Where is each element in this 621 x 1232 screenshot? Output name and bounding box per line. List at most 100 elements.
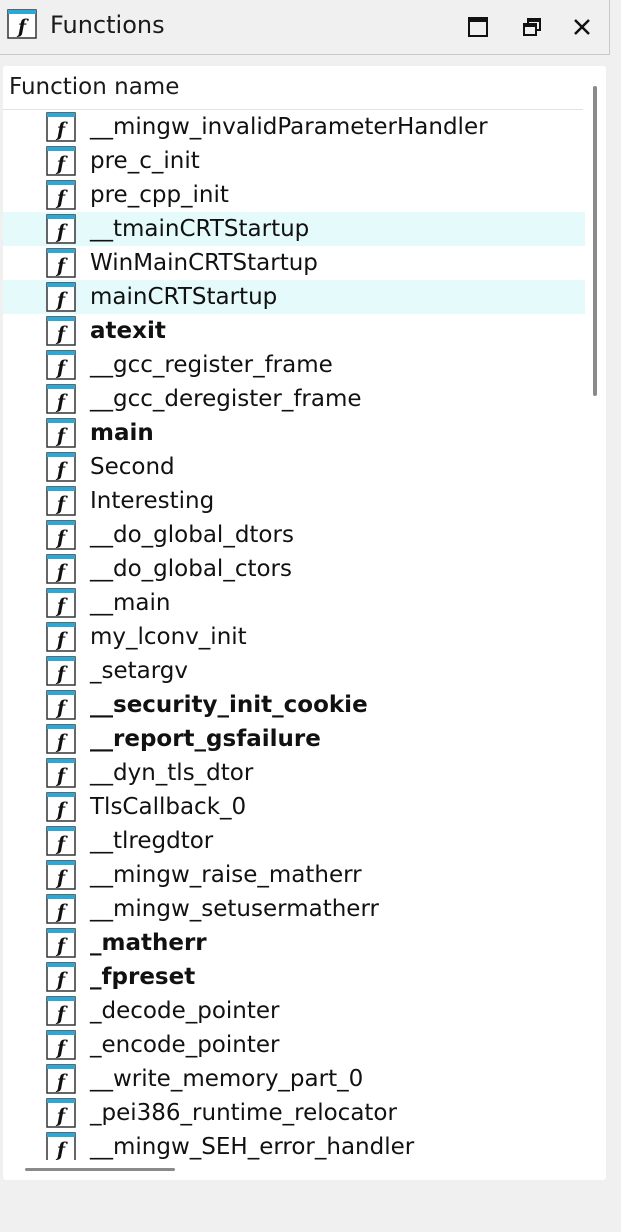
function-icon: f bbox=[46, 690, 76, 720]
column-header-label: Function name bbox=[9, 74, 180, 100]
table-row[interactable]: f __do_global_dtors bbox=[3, 518, 585, 552]
function-name: atexit bbox=[90, 318, 166, 344]
function-name: __tlregdtor bbox=[90, 828, 214, 854]
function-icon: f bbox=[46, 384, 76, 414]
table-row[interactable]: f __mingw_SEH_error_handler bbox=[3, 1130, 585, 1160]
function-icon: f bbox=[46, 554, 76, 584]
function-icon: f bbox=[46, 418, 76, 448]
functions-window: f Functions Function name f __mingw_inva… bbox=[0, 0, 621, 1232]
table-row[interactable]: f __main bbox=[3, 586, 585, 620]
table-row[interactable]: f main bbox=[3, 416, 585, 450]
function-name: WinMainCRTStartup bbox=[90, 250, 318, 276]
maximize-icon[interactable] bbox=[463, 12, 493, 42]
function-name: main bbox=[90, 420, 154, 446]
vertical-scrollbar[interactable] bbox=[593, 86, 597, 396]
function-name: __mingw_SEH_error_handler bbox=[90, 1134, 415, 1160]
function-icon: f bbox=[46, 350, 76, 380]
function-icon: f bbox=[46, 724, 76, 754]
function-icon: f bbox=[46, 1132, 76, 1160]
function-name: __main bbox=[90, 590, 171, 616]
function-icon: f bbox=[46, 928, 76, 958]
function-icon: f bbox=[46, 146, 76, 176]
function-icon: f bbox=[46, 758, 76, 788]
table-row[interactable]: f __tmainCRTStartup bbox=[3, 212, 585, 246]
table-row[interactable]: f _fpreset bbox=[3, 960, 585, 994]
function-icon: f bbox=[46, 1030, 76, 1060]
table-row[interactable]: f __gcc_deregister_frame bbox=[3, 382, 585, 416]
column-header-function-name[interactable]: Function name bbox=[3, 66, 583, 110]
function-icon: f bbox=[46, 656, 76, 686]
function-name: _fpreset bbox=[90, 964, 196, 990]
function-icon: f bbox=[46, 214, 76, 244]
function-icon: f bbox=[46, 316, 76, 346]
function-name: __do_global_dtors bbox=[90, 522, 294, 548]
table-row[interactable]: f mainCRTStartup bbox=[3, 280, 585, 314]
table-row[interactable]: f TlsCallback_0 bbox=[3, 790, 585, 824]
function-name: _matherr bbox=[90, 930, 207, 956]
function-name: mainCRTStartup bbox=[90, 284, 278, 310]
table-row[interactable]: f atexit bbox=[3, 314, 585, 348]
function-icon: f bbox=[46, 894, 76, 924]
function-name: __tmainCRTStartup bbox=[90, 216, 310, 242]
function-icon: f bbox=[46, 180, 76, 210]
function-icon: f bbox=[46, 588, 76, 618]
table-row[interactable]: f __mingw_setusermatherr bbox=[3, 892, 585, 926]
restore-icon[interactable] bbox=[517, 12, 547, 42]
function-list: f __mingw_invalidParameterHandlerf pre_c_i… bbox=[3, 110, 585, 1160]
function-icon: f bbox=[46, 520, 76, 550]
function-icon: f bbox=[46, 486, 76, 516]
function-icon: f bbox=[46, 996, 76, 1026]
function-icon: f bbox=[46, 1098, 76, 1128]
table-row[interactable]: f _setargv bbox=[3, 654, 585, 688]
table-row[interactable]: f __dyn_tls_dtor bbox=[3, 756, 585, 790]
function-name: TlsCallback_0 bbox=[90, 794, 247, 820]
table-row[interactable]: f __security_init_cookie bbox=[3, 688, 585, 722]
table-row[interactable]: f __write_memory_part_0 bbox=[3, 1062, 585, 1096]
table-row[interactable]: f Second bbox=[3, 450, 585, 484]
function-name: _pei386_runtime_relocator bbox=[90, 1100, 397, 1126]
table-row[interactable]: f my_lconv_init bbox=[3, 620, 585, 654]
horizontal-scrollbar[interactable] bbox=[25, 1168, 175, 1171]
table-row[interactable]: f __do_global_ctors bbox=[3, 552, 585, 586]
function-name: __write_memory_part_0 bbox=[90, 1066, 364, 1092]
function-icon: f bbox=[46, 826, 76, 856]
function-icon: f bbox=[7, 9, 37, 39]
function-name: _decode_pointer bbox=[90, 998, 280, 1024]
table-row[interactable]: f __mingw_invalidParameterHandler bbox=[3, 110, 585, 144]
function-icon: f bbox=[46, 792, 76, 822]
table-row[interactable]: f Interesting bbox=[3, 484, 585, 518]
function-icon: f bbox=[46, 452, 76, 482]
table-row[interactable]: f __tlregdtor bbox=[3, 824, 585, 858]
table-row[interactable]: f pre_c_init bbox=[3, 144, 585, 178]
function-name: __gcc_register_frame bbox=[90, 352, 333, 378]
function-name: __gcc_deregister_frame bbox=[90, 386, 362, 412]
function-name: __mingw_invalidParameterHandler bbox=[90, 114, 488, 140]
table-row[interactable]: f __gcc_register_frame bbox=[3, 348, 585, 382]
function-name: __report_gsfailure bbox=[90, 726, 321, 752]
function-icon: f bbox=[46, 860, 76, 890]
table-row[interactable]: f _decode_pointer bbox=[3, 994, 585, 1028]
function-name: pre_cpp_init bbox=[90, 182, 229, 208]
function-name: __mingw_raise_matherr bbox=[90, 862, 362, 888]
title-bar[interactable]: f Functions bbox=[0, 0, 610, 55]
close-icon[interactable] bbox=[567, 12, 597, 42]
function-name: Interesting bbox=[90, 488, 215, 514]
table-row[interactable]: f pre_cpp_init bbox=[3, 178, 585, 212]
functions-list-panel: Function name f __mingw_invalidParameterH… bbox=[3, 66, 606, 1180]
table-row[interactable]: f _pei386_runtime_relocator bbox=[3, 1096, 585, 1130]
function-icon: f bbox=[46, 622, 76, 652]
function-name: __dyn_tls_dtor bbox=[90, 760, 254, 786]
function-name: my_lconv_init bbox=[90, 624, 247, 650]
table-row[interactable]: f WinMainCRTStartup bbox=[3, 246, 585, 280]
function-name: pre_c_init bbox=[90, 148, 200, 174]
function-name: __security_init_cookie bbox=[90, 692, 368, 718]
function-name: Second bbox=[90, 454, 175, 480]
table-row[interactable]: f __report_gsfailure bbox=[3, 722, 585, 756]
table-row[interactable]: f _encode_pointer bbox=[3, 1028, 585, 1062]
function-icon: f bbox=[46, 112, 76, 142]
function-name: _encode_pointer bbox=[90, 1032, 280, 1058]
window-title: Functions bbox=[50, 11, 165, 39]
function-name: __do_global_ctors bbox=[90, 556, 292, 582]
table-row[interactable]: f __mingw_raise_matherr bbox=[3, 858, 585, 892]
table-row[interactable]: f _matherr bbox=[3, 926, 585, 960]
